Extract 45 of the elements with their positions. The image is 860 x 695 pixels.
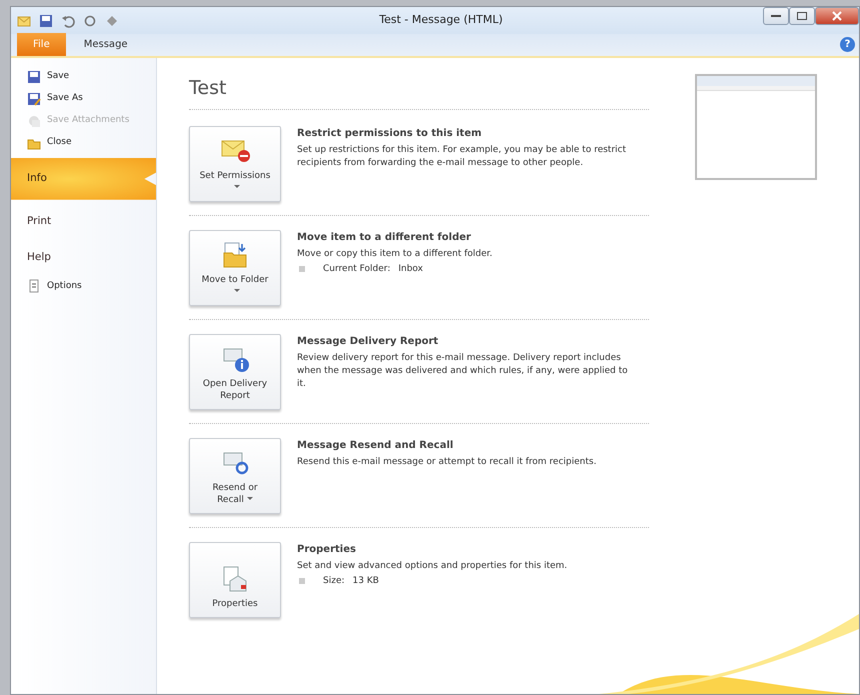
detail-label: Size: [323, 574, 345, 588]
section-heading: Restrict permissions to this item [297, 126, 483, 140]
close-icon [831, 10, 843, 22]
sidebar-item[interactable]: Save As [11, 88, 156, 110]
section-description: Review delivery report for this e-mail message. Delivery report includes when the message was delivered and which rules, if any, were applied to it. [297, 352, 629, 391]
minimize-button[interactable] [763, 7, 789, 25]
sidebar-item[interactable]: Save [11, 66, 156, 88]
page-title: Test [189, 74, 649, 110]
save-as-icon [27, 92, 41, 106]
restore-button[interactable] [789, 7, 815, 25]
section-description: Set and view advanced options and properties for this item. [297, 560, 568, 572]
section-description: Move or copy this item to a different folder. [297, 248, 492, 260]
window-title: Test - Message (HTML) [378, 12, 504, 28]
sidebar-item[interactable]: Close [11, 132, 156, 154]
section-heading: Message Resend and Recall [297, 438, 454, 452]
bullet-icon [299, 578, 305, 584]
document-icon [27, 279, 41, 294]
caret-icon [246, 496, 253, 502]
section-heading: Properties [297, 542, 357, 556]
help-button[interactable]: ? [840, 37, 855, 52]
save-icon [27, 70, 41, 84]
large-button[interactable]: Set Permissions [189, 126, 281, 202]
caret-icon [234, 184, 240, 190]
sidebar-item[interactable]: Options [11, 275, 156, 298]
caret-icon [234, 288, 240, 294]
detail-value: 13 KB [352, 574, 379, 588]
ribbon-tab[interactable]: Message [68, 33, 144, 56]
large-button[interactable]: Properties [189, 542, 281, 618]
undo-icon[interactable] [61, 14, 75, 28]
detail-value: Inbox [398, 262, 423, 276]
sidebar-item[interactable]: Help [11, 240, 156, 276]
restore-icon [796, 10, 808, 22]
close-button[interactable] [815, 7, 859, 25]
detail-label: Current Folder: [323, 262, 390, 276]
sidebar-item[interactable]: Print [11, 204, 156, 240]
section-heading: Message Delivery Report [297, 334, 440, 348]
bullet-icon [299, 266, 305, 272]
section-heading: Move item to a different folder [297, 230, 472, 244]
large-button[interactable]: Resend or Recall [189, 438, 281, 514]
save-icon[interactable] [39, 14, 53, 28]
sidebar-item[interactable]: Info [11, 158, 156, 200]
section-description: Set up restrictions for this item. For example, you may be able to restrict recipients from forwarding the e-mail message to other people. [297, 144, 628, 170]
section-description: Resend this e-mail message or attempt to recall it from recipients. [297, 456, 596, 468]
large-button[interactable]: Move to Folder [189, 230, 281, 306]
large-button[interactable]: Open Delivery Report [189, 334, 281, 410]
